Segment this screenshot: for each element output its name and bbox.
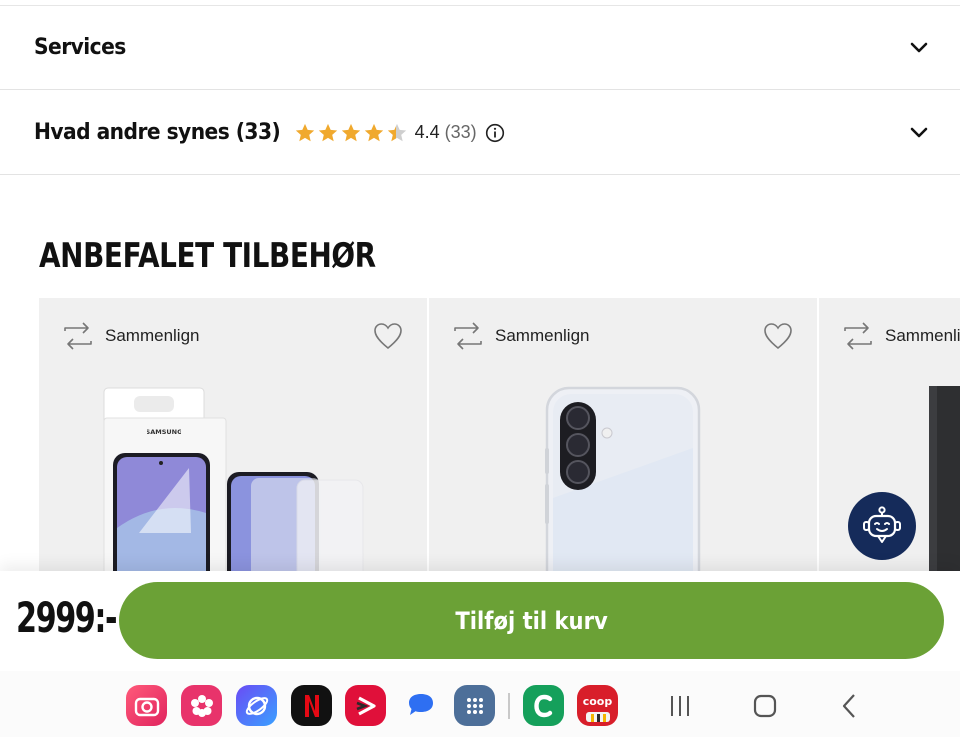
- star-icon: [364, 123, 383, 141]
- rating-count: (33): [444, 122, 477, 142]
- svg-text:SAMSUNG: SAMSUNG: [147, 428, 181, 436]
- back-button[interactable]: [833, 689, 867, 723]
- compare-arrows-icon: [844, 322, 872, 350]
- reviews-title: Hvad andre synes (33): [34, 120, 281, 145]
- heart-icon[interactable]: [763, 322, 793, 350]
- product-card[interactable]: Sammenlign: [429, 298, 817, 573]
- rating-stars: [294, 122, 408, 144]
- reviews-accordion[interactable]: Hvad andre synes (33) 4.4 (33): [0, 91, 960, 175]
- flower-app-icon[interactable]: [181, 685, 222, 726]
- app-drawer-icon[interactable]: [454, 685, 495, 726]
- accessory-carousel[interactable]: Sammenlign SAMSUNG Sammenlign Sammenli: [39, 298, 960, 573]
- compare-label: Sammenlign: [105, 326, 200, 345]
- section-title: ANBEFALET TILBEHØR: [39, 236, 376, 276]
- purchase-bar: 2999:- Tilføj til kurv: [0, 571, 960, 671]
- samsung-logo: SAMSUNG: [147, 428, 181, 436]
- chatbot-button[interactable]: [848, 492, 916, 560]
- robot-icon: [863, 506, 901, 543]
- chevron-down-icon[interactable]: [908, 122, 930, 144]
- internet-app-icon[interactable]: [236, 685, 277, 726]
- price: 2999:-: [16, 593, 118, 642]
- heart-icon[interactable]: [373, 322, 403, 350]
- services-title: Services: [34, 35, 126, 60]
- coop-app-icon[interactable]: coop: [577, 685, 618, 726]
- partial-star-icon: [387, 123, 406, 141]
- camera-app-icon[interactable]: [126, 685, 167, 726]
- coop-app-label: coop: [582, 695, 613, 708]
- add-to-cart-button[interactable]: Tilføj til kurv: [119, 582, 944, 659]
- rating-summary: 4.4 (33): [294, 122, 505, 144]
- netflix-app-icon[interactable]: [291, 685, 332, 726]
- viaplay-app-icon[interactable]: [345, 685, 386, 726]
- compare-arrows-icon: [64, 322, 92, 350]
- coop-c-app-icon[interactable]: [523, 685, 564, 726]
- compare-arrows-icon: [454, 322, 482, 350]
- product-card[interactable]: Sammenlign SAMSUNG: [39, 298, 427, 573]
- star-icon: [341, 123, 360, 141]
- dock-divider: [508, 693, 510, 719]
- add-to-cart-label: Tilføj til kurv: [455, 606, 608, 635]
- star-icon: [295, 123, 314, 141]
- chevron-down-icon[interactable]: [908, 37, 930, 59]
- messages-app-icon[interactable]: [400, 685, 441, 726]
- system-navigation-bar: coop: [0, 671, 960, 737]
- recent-apps-button[interactable]: [663, 689, 697, 723]
- info-icon[interactable]: [485, 123, 505, 143]
- compare-toggle[interactable]: Sammenlign: [451, 320, 590, 352]
- rating-value: 4.4: [414, 122, 440, 142]
- star-icon: [318, 123, 337, 141]
- home-button[interactable]: [748, 689, 782, 723]
- compare-toggle[interactable]: Sammenlign: [61, 320, 200, 352]
- services-accordion[interactable]: Services: [0, 6, 960, 90]
- compare-toggle[interactable]: Sammenlign: [841, 320, 960, 352]
- compare-label: Sammenlign: [495, 326, 590, 345]
- compare-label: Sammenlign: [885, 326, 960, 345]
